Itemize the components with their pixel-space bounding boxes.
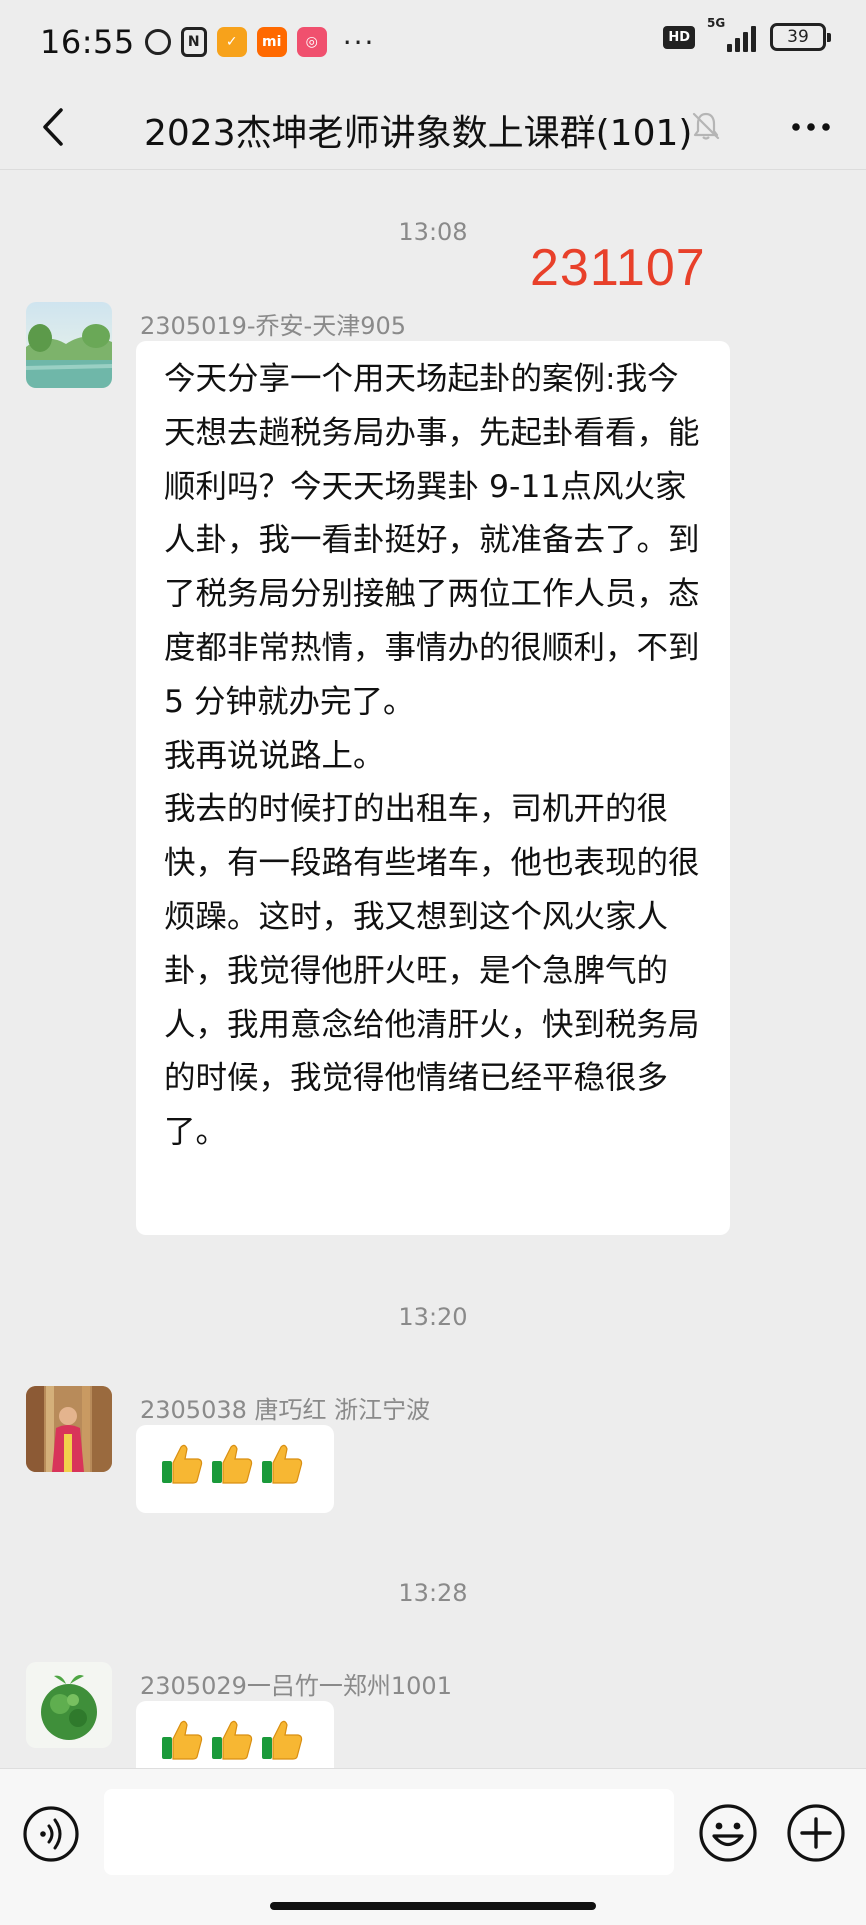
message-bubble[interactable]: [136, 1701, 334, 1768]
thumbs-up-icon: [212, 1720, 253, 1760]
message-bubble[interactable]: [136, 1425, 334, 1513]
chat-header: 2023杰坤老师讲象数上课群(101): [0, 84, 866, 170]
more-options-button[interactable]: [786, 104, 836, 150]
message-timestamp: 13:20: [398, 1303, 468, 1331]
status-time: 16:55: [40, 23, 135, 61]
battery-icon: 39: [770, 23, 831, 51]
alarm-icon: [144, 29, 171, 55]
more-dots-icon: [792, 123, 830, 131]
overlay-number-annotation: 231107: [530, 239, 706, 297]
mute-bell-icon: [692, 112, 720, 140]
emoji-icon[interactable]: [698, 1803, 758, 1863]
app-notification-icon: ✓: [216, 27, 247, 57]
message-bubble[interactable]: 今天分享一个用天场起卦的案例:我今天想去趟税务局办事，先起卦看看，能顺利吗？今天…: [136, 341, 730, 1235]
thumbs-up-icon: [262, 1720, 303, 1760]
status-bar: 16:55 N ✓ mi ◎ ··· HD 5G 39: [0, 0, 866, 84]
back-button[interactable]: [28, 100, 78, 154]
home-indicator[interactable]: [270, 1902, 596, 1910]
avatar[interactable]: [26, 1662, 112, 1748]
sender-name: 2305019-乔安-天津905: [140, 312, 407, 340]
message-input[interactable]: [104, 1789, 674, 1875]
plus-icon[interactable]: [786, 1803, 846, 1863]
thumbs-up-icon: [262, 1444, 303, 1484]
more-notifications-icon: ···: [342, 25, 376, 59]
mi-app-icon: mi: [256, 27, 287, 57]
emoji-content: [136, 1425, 334, 1501]
thumbs-up-icon: [162, 1720, 203, 1760]
network-type: 5G: [707, 16, 726, 30]
emoji-content: [136, 1701, 334, 1768]
message-timestamp: 13:28: [398, 1579, 468, 1607]
signal-icon: 5G: [707, 16, 756, 52]
message-text: 今天分享一个用天场起卦的案例:我今天想去趟税务局办事，先起卦看看，能顺利吗？今天…: [164, 361, 700, 1151]
avatar-globe-image: [26, 1662, 112, 1748]
thumbs-up-icon: [162, 1444, 203, 1484]
avatar-landscape-image: [26, 302, 112, 388]
nfc-icon: N: [180, 27, 207, 57]
sender-name: 2305038 唐巧红 浙江宁波: [140, 1396, 431, 1424]
avatar[interactable]: [26, 302, 112, 388]
message-timestamp: 13:08: [398, 218, 468, 246]
voice-icon[interactable]: [22, 1805, 80, 1863]
chat-title: 2023杰坤老师讲象数上课群(101): [144, 113, 693, 154]
app-notification-icon-2: ◎: [296, 27, 327, 57]
back-arrow-icon: [43, 108, 63, 146]
sender-name: 2305029一吕竹一郑州1001: [140, 1672, 452, 1700]
avatar-photo-image: [26, 1386, 112, 1472]
thumbs-up-icon: [212, 1444, 253, 1484]
avatar[interactable]: [26, 1386, 112, 1472]
hd-icon: HD: [663, 25, 695, 49]
